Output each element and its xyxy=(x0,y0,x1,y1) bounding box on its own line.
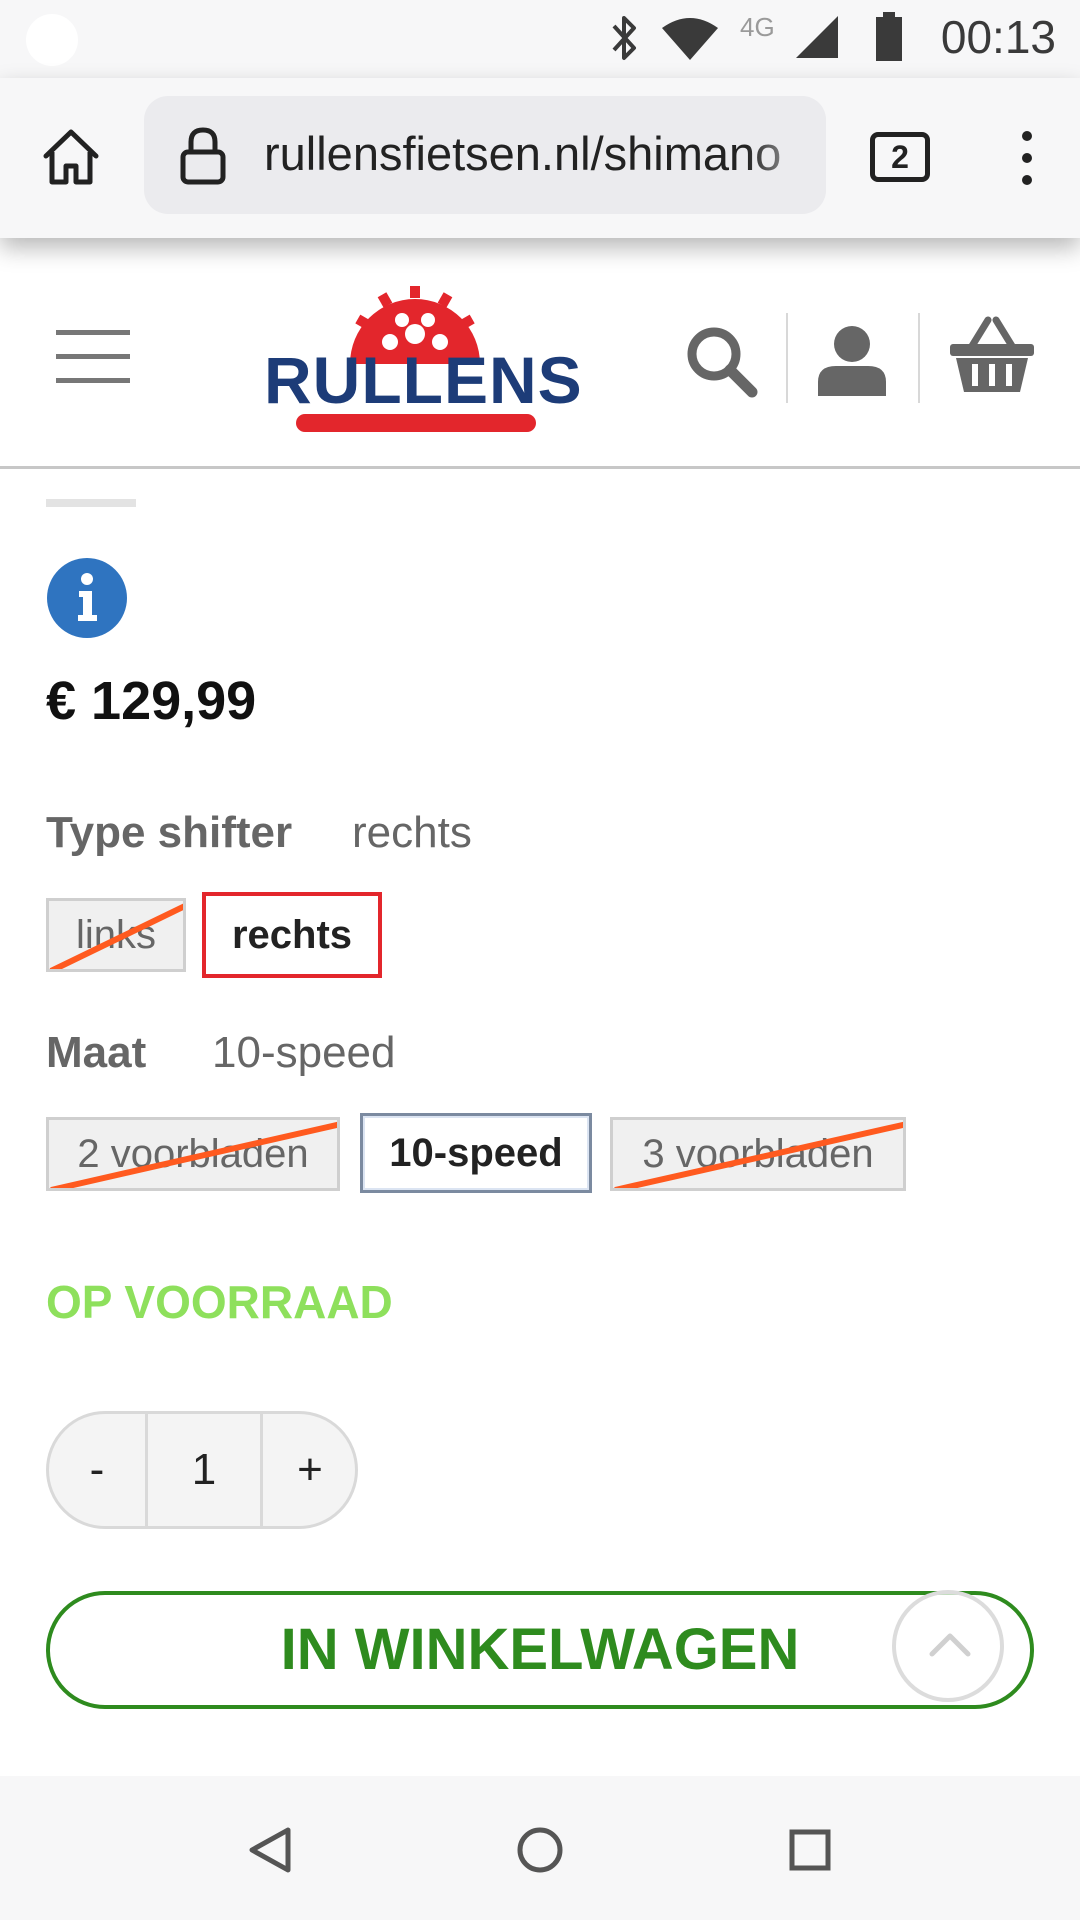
account-icon[interactable] xyxy=(816,324,888,396)
option-choice-10-speed[interactable]: 10-speed xyxy=(360,1113,592,1193)
browser-toolbar: rullensfietsen.nl/shimano 2 xyxy=(0,78,1080,238)
option-choice-label: rechts xyxy=(231,913,353,957)
header-separator xyxy=(786,313,788,403)
unavailable-strike xyxy=(50,1121,337,1188)
signal-icon xyxy=(796,16,838,58)
option-choice-3-voorbladen[interactable]: 3 voorbladen xyxy=(610,1117,906,1191)
add-to-cart-button[interactable]: IN WINKELWAGEN xyxy=(46,1591,1034,1709)
notification-dot xyxy=(26,14,78,66)
network-type-label: 4G xyxy=(740,12,775,42)
back-icon[interactable] xyxy=(248,1826,292,1874)
logo-underline xyxy=(296,414,536,432)
hamburger-menu-icon[interactable] xyxy=(56,328,130,386)
more-vert-icon[interactable] xyxy=(1012,128,1042,188)
site-logo[interactable]: RULLENS xyxy=(264,284,583,434)
unavailable-strike xyxy=(49,903,183,969)
quantity-decrease-button[interactable]: - xyxy=(49,1414,145,1526)
tab-switcher-button[interactable]: 2 xyxy=(870,132,930,182)
header-divider xyxy=(0,466,1080,469)
quantity-increase-button[interactable]: + xyxy=(263,1414,355,1526)
battery-icon xyxy=(876,12,902,61)
option-choice-rechts[interactable]: rechts xyxy=(202,892,382,978)
quantity-stepper: - 1 + xyxy=(46,1411,358,1529)
bluetooth-icon xyxy=(612,16,636,60)
info-icon[interactable] xyxy=(46,557,128,639)
url-text: rullensfietsen.nl/shimano xyxy=(264,127,782,180)
unavailable-strike xyxy=(614,1121,903,1188)
option-label-type-shifter: Type shifter xyxy=(46,808,293,857)
address-bar[interactable]: rullensfietsen.nl/shimano xyxy=(144,96,826,214)
content-strip xyxy=(46,499,136,507)
option-selected-maat: 10-speed xyxy=(212,1028,396,1077)
option-label-maat: Maat xyxy=(46,1028,147,1077)
quantity-input[interactable]: 1 xyxy=(145,1414,263,1526)
header-separator xyxy=(918,313,920,403)
product-price: € 129,99 xyxy=(46,671,257,731)
home-icon[interactable] xyxy=(40,126,102,186)
chevron-up-icon xyxy=(929,1633,971,1657)
recents-icon[interactable] xyxy=(788,1828,832,1872)
option-choice-2-voorbladen[interactable]: 2 voorbladen xyxy=(46,1117,340,1191)
option-choice-label: 10-speed xyxy=(389,1131,563,1175)
stock-status: OP VOORRAAD xyxy=(46,1276,393,1328)
search-icon[interactable] xyxy=(684,324,758,398)
cart-icon[interactable] xyxy=(948,316,1036,394)
logo-wordmark: RULLENS xyxy=(264,343,583,417)
status-bar: 4G 00:13 xyxy=(0,0,1080,78)
url-fade xyxy=(746,96,826,214)
scroll-to-top-button[interactable] xyxy=(892,1590,1004,1702)
option-choice-links[interactable]: links xyxy=(46,898,186,972)
lock-icon xyxy=(180,127,226,185)
status-time: 00:13 xyxy=(940,11,1056,63)
wifi-icon xyxy=(662,18,718,60)
home-circle-icon[interactable] xyxy=(516,1826,564,1874)
system-navigation-bar xyxy=(0,1776,1080,1920)
option-selected-type-shifter: rechts xyxy=(352,808,472,857)
